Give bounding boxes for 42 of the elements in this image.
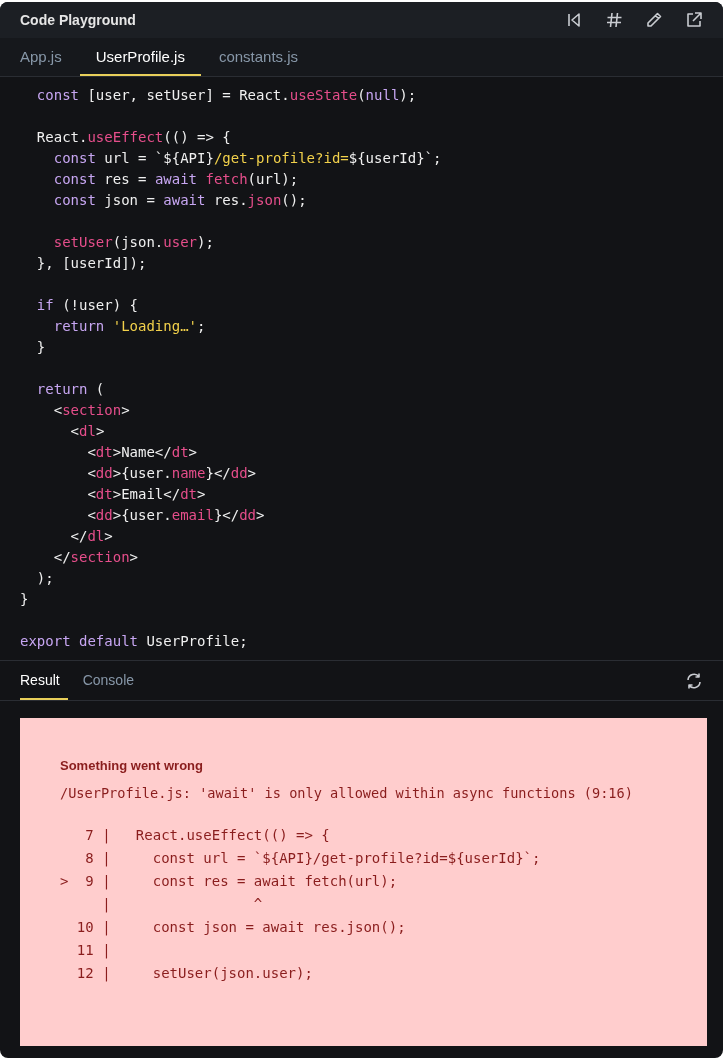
code-line: </section> [52, 548, 140, 567]
code-line: <section> [52, 401, 131, 420]
code-frame-line: 7 | React.useEffect(() => { [84, 826, 330, 846]
code-frame-line: 8 | const url = `${API}/get-profile?id=${userId}`; [84, 849, 541, 869]
code-line: const json = await res.json(); [52, 191, 308, 210]
code-line: <dd>{user.name}</dd> [86, 464, 258, 483]
code-line: const res = await fetch(url); [52, 170, 300, 189]
code-frame-line: 11 | [75, 941, 111, 961]
code-line: <dd>{user.email}</dd> [86, 506, 266, 525]
code-line: ); [35, 569, 55, 588]
code-line: export default UserProfile; [20, 632, 249, 651]
code-line: return ( [35, 380, 106, 399]
result-tab[interactable]: Console [82, 661, 135, 700]
code-line: <dl> [69, 422, 106, 441]
result-tab[interactable]: Result [20, 661, 68, 700]
code-line: const [user, setUser] = React.useState(null); [35, 86, 418, 105]
error-message: /UserProfile.js: 'await' is only allowed within async functions (9:16) [60, 785, 633, 801]
file-tab[interactable]: constants.js [218, 38, 299, 76]
file-tab[interactable]: UserProfile.js [79, 38, 201, 76]
code-line: }, [userId]); [35, 254, 148, 273]
code-frame-line: 12 | setUser(json.user); [75, 964, 313, 984]
external-link-icon[interactable] [685, 11, 703, 29]
error-title: Something went wrong [60, 758, 204, 773]
code-line: } [20, 590, 30, 609]
code-line: } [35, 338, 47, 357]
hash-icon[interactable] [605, 11, 623, 29]
code-line: return 'Loading…'; [52, 317, 207, 336]
code-line: <dt>Email</dt> [86, 485, 207, 504]
code-frame-line: > 9 | const res = await fetch(url); [60, 872, 398, 892]
window-title: Code Playground [20, 12, 137, 28]
code-line: setUser(json.user); [52, 233, 215, 252]
code-frame-line: 10 | const json = await res.json(); [75, 918, 406, 938]
code-frame-line: | ^ [101, 895, 263, 915]
code-line: React.useEffect(() => { [35, 128, 232, 147]
code-line: <dt>Name</dt> [86, 443, 199, 462]
file-tab[interactable]: App.js [20, 38, 62, 76]
code-line: if (!user) { [35, 296, 139, 315]
refresh-icon[interactable] [685, 671, 703, 690]
code-line: </dl> [69, 527, 114, 546]
code-line: const url = `${API}/get-profile?id=${userId}`; [52, 149, 443, 168]
reset-icon[interactable] [565, 11, 583, 29]
pencil-icon[interactable] [645, 11, 663, 29]
